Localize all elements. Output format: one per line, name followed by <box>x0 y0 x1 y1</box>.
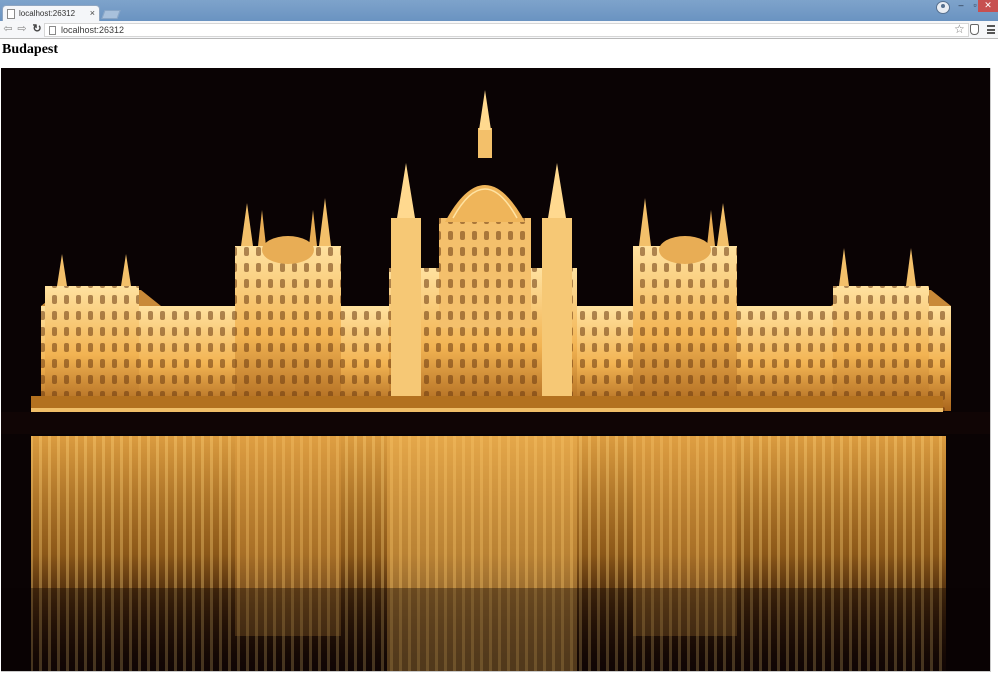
close-window-button[interactable]: ✕ <box>978 0 998 12</box>
user-icon[interactable] <box>936 1 950 14</box>
browser-toolbar: ⇦ ⇨ ↻ localhost:26312 ☆ <box>0 21 998 39</box>
back-icon[interactable]: ⇦ <box>1 22 15 37</box>
page-title: Budapest <box>2 42 59 57</box>
page-icon <box>49 25 56 35</box>
river-reflection <box>1 436 990 671</box>
star-icon[interactable]: ☆ <box>954 22 965 37</box>
tab-close-button[interactable]: × <box>90 9 95 18</box>
address-bar[interactable]: localhost:26312 <box>44 23 969 37</box>
forward-icon[interactable]: ⇨ <box>15 22 29 37</box>
reload-icon[interactable]: ↻ <box>30 22 44 37</box>
extension-icon[interactable] <box>970 24 979 35</box>
browser-tab[interactable]: localhost:26312 × <box>2 5 100 21</box>
budapest-photo <box>1 68 991 672</box>
menu-icon[interactable] <box>987 25 995 34</box>
page-icon <box>7 8 15 19</box>
window-titlebar: localhost:26312 × – ▫ ✕ <box>0 0 998 21</box>
new-tab-button[interactable] <box>101 10 121 19</box>
tab-title: localhost:26312 <box>19 9 76 18</box>
url-text[interactable]: localhost:26312 <box>61 25 124 35</box>
